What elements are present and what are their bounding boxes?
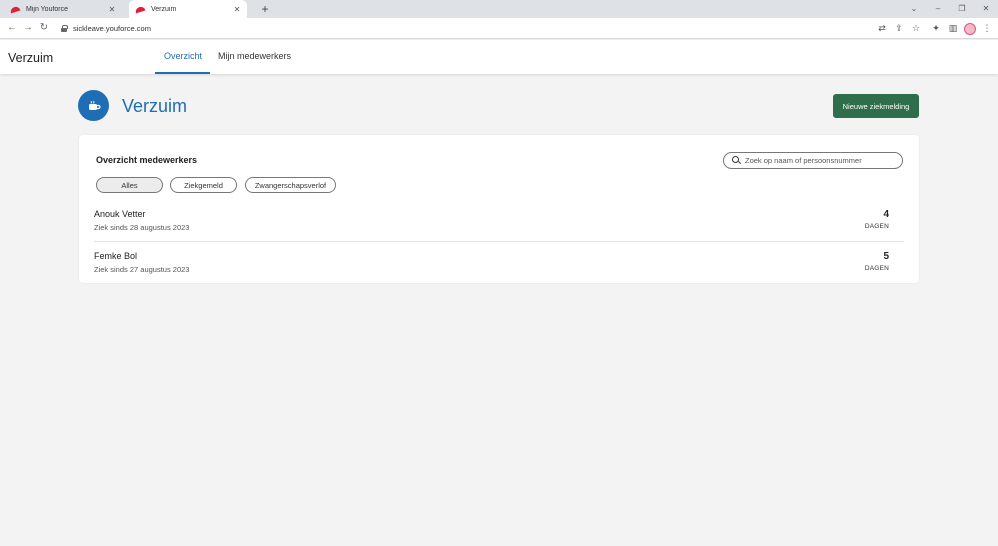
employee-name: Femke Bol — [94, 251, 138, 261]
days-unit: DAGEN — [864, 265, 889, 272]
tab-search-icon[interactable]: ⌄ — [904, 0, 924, 18]
filter-zwangerschapsverlof[interactable]: Zwangerschapsverlof — [245, 177, 336, 193]
profile-avatar[interactable] — [964, 23, 976, 35]
new-sick-report-button[interactable]: Nieuwe ziekmelding — [833, 94, 919, 118]
translate-icon[interactable]: ⇄ — [876, 22, 888, 34]
browser-tab-bar: Mijn Youforce ✕ Verzuim ✕ + ⌄ – ❐ ✕ — [0, 0, 998, 18]
url-field[interactable]: sickleave.youforce.com — [61, 22, 151, 35]
back-icon[interactable]: ← — [6, 22, 18, 34]
close-tab-icon[interactable]: ✕ — [108, 5, 116, 14]
browser-address-bar: ← → ↻ sickleave.youforce.com ⇄ ⇪ ☆ ✦ ▥ ⋮ — [0, 18, 998, 39]
share-icon[interactable]: ⇪ — [893, 22, 905, 34]
new-tab-icon[interactable]: + — [258, 1, 272, 17]
days-count: 4 — [883, 209, 889, 220]
filter-alles[interactable]: Alles — [96, 177, 163, 193]
sick-leave-icon — [78, 90, 109, 121]
days-unit: DAGEN — [864, 223, 889, 230]
days-count: 5 — [883, 251, 889, 262]
extensions-icon[interactable]: ✦ — [930, 22, 942, 34]
row-divider — [94, 241, 904, 242]
forward-icon[interactable]: → — [22, 22, 34, 34]
sick-since: Ziek sinds 28 augustus 2023 — [94, 223, 190, 232]
close-tab-icon[interactable]: ✕ — [233, 5, 241, 14]
youforce-favicon-icon — [135, 6, 145, 13]
search-input[interactable] — [745, 156, 895, 165]
employee-row[interactable]: Femke Bol Ziek sinds 27 augustus 2023 5 … — [94, 251, 904, 291]
active-tab-indicator — [155, 72, 210, 74]
window-close-icon[interactable]: ✕ — [976, 0, 996, 18]
minimize-icon[interactable]: – — [928, 0, 948, 18]
tab-mijn-medewerkers[interactable]: Mijn medewerkers — [218, 51, 291, 74]
app-title: Verzuim — [8, 51, 54, 65]
tab-overzicht[interactable]: Overzicht — [164, 51, 203, 74]
filter-ziekgemeld[interactable]: Ziekgemeld — [170, 177, 237, 193]
app-header: Verzuim Overzicht Mijn medewerkers — [0, 40, 998, 74]
employees-overview-card: Overzicht medewerkers Alles Ziekgemeld Z… — [79, 135, 919, 283]
side-panel-icon[interactable]: ▥ — [947, 22, 959, 34]
restore-icon[interactable]: ❐ — [952, 0, 972, 18]
youforce-favicon-icon — [10, 6, 20, 13]
bookmark-star-icon[interactable]: ☆ — [910, 22, 922, 34]
lock-icon — [61, 25, 68, 32]
search-box[interactable] — [723, 152, 903, 169]
browser-tab-label: Verzuim — [151, 5, 177, 13]
employee-row[interactable]: Anouk Vetter Ziek sinds 28 augustus 2023… — [94, 209, 904, 249]
browser-tab-label: Mijn Youforce — [26, 5, 69, 13]
employee-name: Anouk Vetter — [94, 209, 146, 219]
url-text: sickleave.youforce.com — [73, 24, 151, 33]
browser-menu-icon[interactable]: ⋮ — [981, 22, 993, 34]
overview-title: Overzicht medewerkers — [96, 155, 198, 165]
page-title: Verzuim — [122, 96, 188, 116]
search-icon — [732, 156, 741, 165]
browser-tab-mijn-youforce[interactable]: Mijn Youforce ✕ — [4, 0, 122, 18]
sick-since: Ziek sinds 27 augustus 2023 — [94, 265, 190, 274]
browser-tab-verzuim[interactable]: Verzuim ✕ — [129, 0, 247, 18]
reload-icon[interactable]: ↻ — [38, 22, 50, 34]
